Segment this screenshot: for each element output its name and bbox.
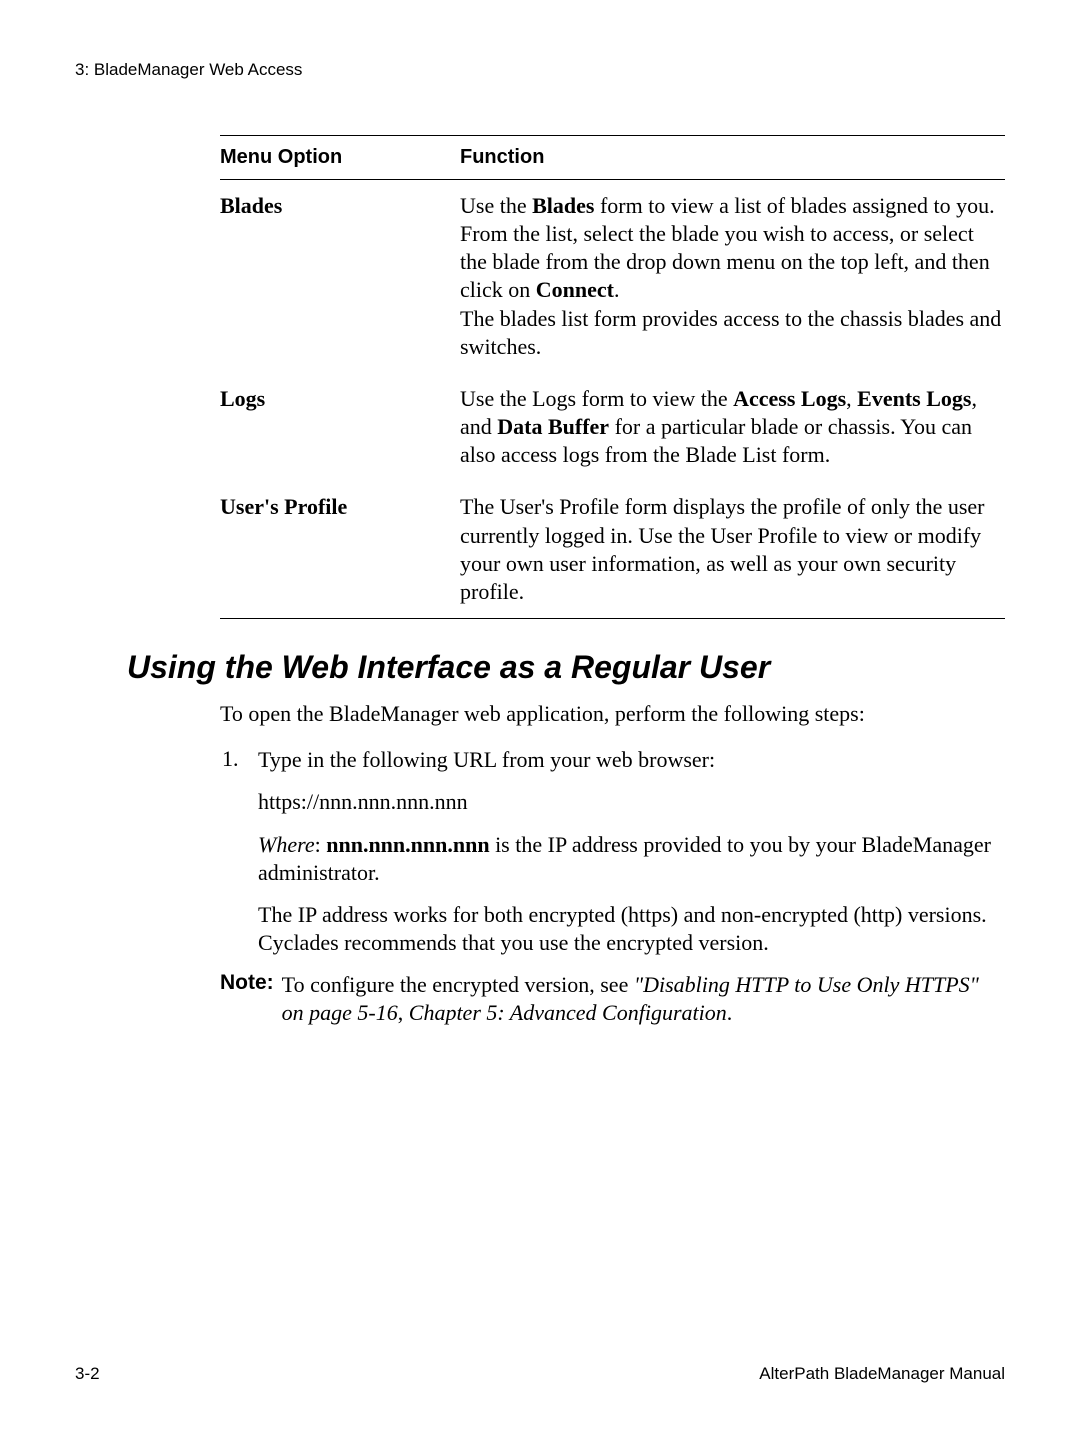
text-bold: Connect (536, 277, 614, 302)
page-number: 3-2 (75, 1364, 100, 1384)
table-header-menu-option: Menu Option (220, 136, 460, 180)
menu-option-users-profile: User's Profile (220, 481, 460, 618)
where-label: Where (258, 832, 315, 857)
text: To configure the encrypted version, see (282, 972, 634, 997)
where-ip: nnn.nnn.nnn.nnn (326, 832, 489, 857)
note-ref-2: Chapter 5: Advanced Configuration (409, 1000, 727, 1025)
table-header-function: Function (460, 136, 1005, 180)
text-bold: Events Logs (857, 386, 971, 411)
menu-option-blades: Blades (220, 180, 460, 373)
function-users-profile: The User's Profile form displays the pro… (460, 481, 1005, 618)
text-bold: Blades (532, 193, 594, 218)
text: . (614, 277, 620, 302)
function-blades: Use the Blades form to view a list of bl… (460, 180, 1005, 373)
text: The blades list form provides access to … (460, 306, 1001, 359)
text: , (846, 386, 857, 411)
note-label: Note: (220, 971, 282, 1027)
step-number: 1. (220, 746, 258, 774)
menu-option-logs: Logs (220, 373, 460, 481)
text: Use the Logs form to view the (460, 386, 733, 411)
section-body: To open the BladeManager web application… (220, 700, 1005, 1027)
text-bold: Access Logs (733, 386, 846, 411)
manual-title: AlterPath BladeManager Manual (759, 1364, 1005, 1384)
text: Use the (460, 193, 532, 218)
note-body: To configure the encrypted version, see … (282, 971, 1005, 1027)
table-row: Blades Use the Blades form to view a lis… (220, 180, 1005, 373)
ip-address-text: The IP address works for both encrypted … (258, 901, 1005, 957)
text: : (315, 832, 327, 857)
table-row: User's Profile The User's Profile form d… (220, 481, 1005, 618)
content-area: Menu Option Function Blades Use the Blad… (220, 135, 1005, 619)
section-heading: Using the Web Interface as a Regular Use… (127, 649, 1005, 686)
note: Note: To configure the encrypted version… (220, 971, 1005, 1027)
step-text: Type in the following URL from your web … (258, 746, 1005, 774)
step-1: 1. Type in the following URL from your w… (220, 746, 1005, 774)
url-line: https://nnn.nnn.nnn.nnn (258, 788, 1005, 816)
where-line: Where: nnn.nnn.nnn.nnn is the IP address… (258, 831, 1005, 887)
menu-option-table: Menu Option Function Blades Use the Blad… (220, 135, 1005, 619)
intro-text: To open the BladeManager web application… (220, 700, 1005, 728)
text-bold: Data Buffer (497, 414, 609, 439)
text: , (398, 1000, 409, 1025)
text: . (727, 1000, 733, 1025)
chapter-header: 3: BladeManager Web Access (75, 60, 1005, 80)
page-footer: 3-2 AlterPath BladeManager Manual (75, 1364, 1005, 1384)
table-row: Logs Use the Logs form to view the Acces… (220, 373, 1005, 481)
function-logs: Use the Logs form to view the Access Log… (460, 373, 1005, 481)
